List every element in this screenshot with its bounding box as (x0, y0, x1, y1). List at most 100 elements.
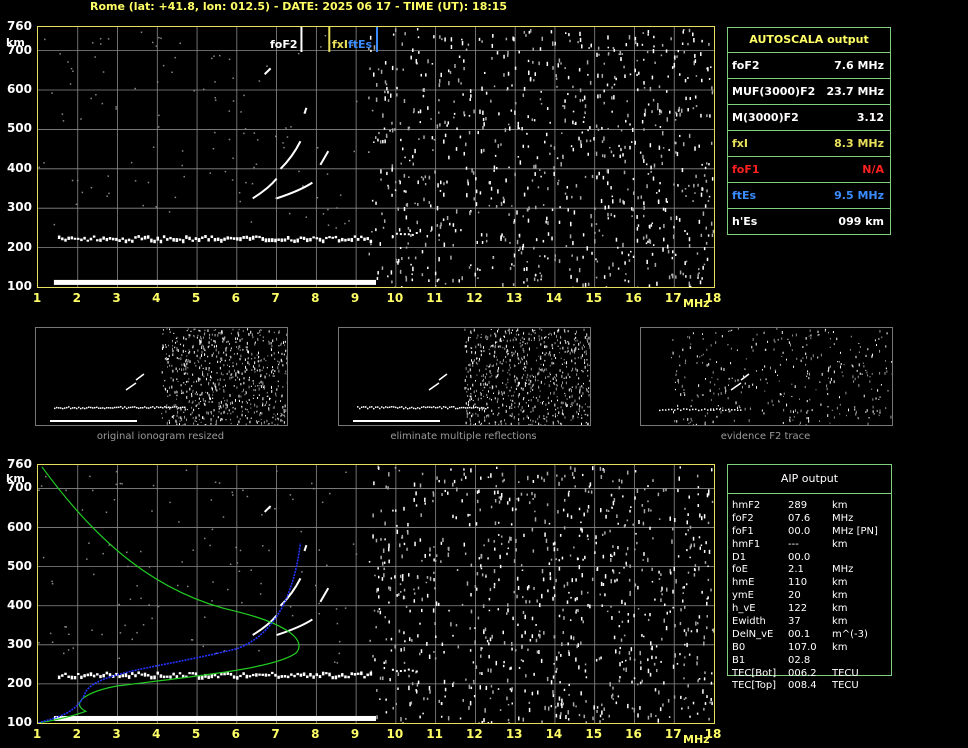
ftEs-marker-label: ftEs (348, 38, 373, 51)
aip-row: B0 107.0 km (732, 642, 932, 655)
x-tick-label: 8 (311, 727, 320, 741)
aip-key: foF1 (732, 525, 754, 537)
autoscala-key: M(3000)F2 (732, 111, 799, 124)
aip-key: DelN_vE (732, 628, 774, 640)
aip-row: foE 2.1 MHz (732, 564, 932, 577)
x-tick-label: 14 (545, 727, 563, 741)
aip-value: 07.6 (788, 512, 811, 524)
echo-traces (53, 505, 418, 721)
autoscala-key: h'Es (732, 215, 758, 228)
aip-key: B1 (732, 654, 746, 666)
thumbnail-caption: eliminate multiple reflections (390, 431, 537, 442)
aip-row: Ewidth 37 km (732, 616, 932, 629)
x-tick-label: 17 (664, 727, 682, 741)
autoscala-value: 7.6 MHz (834, 59, 884, 72)
y-tick-label: 600 (6, 82, 32, 97)
autoscala-key: MUF(3000)F2 (732, 85, 816, 98)
aip-value: 00.1 (788, 628, 811, 640)
x-tick-label: 13 (505, 291, 523, 305)
x-tick-label: 10 (386, 291, 404, 305)
aip-row: TEC[Bot] 006.2 TECU (732, 668, 932, 681)
noise-dots (38, 28, 714, 287)
noise-dots (38, 465, 714, 723)
autoscala-value: 9.5 MHz (834, 189, 884, 202)
top-x-unit: MHz (683, 297, 710, 310)
aip-unit: km (832, 590, 848, 602)
y-tick-label: 400 (6, 597, 32, 612)
autoscala-row: M(3000)F2 3.12 (728, 105, 890, 131)
x-tick-label: 8 (311, 291, 320, 305)
autoscala-output-table: AUTOSCALA output foF2 7.6 MHz MUF(3000)F2 2… (727, 27, 891, 235)
autoscala-key: fxI (732, 137, 748, 150)
aip-key: Ewidth (732, 616, 766, 628)
x-tick-label: 14 (545, 291, 563, 305)
aip-unit: TECU (832, 680, 859, 692)
aip-value: 20 (788, 590, 801, 602)
autoscala-row: MUF(3000)F2 23.7 MHz (728, 79, 890, 105)
y-tick-label: 500 (6, 121, 32, 136)
thumbnail-evidence-f2 (640, 327, 893, 426)
main-ionogram-canvas (38, 27, 714, 287)
autoscala-key: foF2 (732, 59, 760, 72)
autoscala-key: ftEs (732, 189, 757, 202)
thumbnail-caption: original ionogram resized (96, 431, 225, 442)
aip-key: foF2 (732, 512, 754, 524)
aip-key: D1 (732, 551, 747, 563)
x-tick-label: 5 (191, 727, 201, 741)
ionogram-header: Rome (lat: +41.8, lon: 012.5) - DATE: 20… (90, 0, 508, 13)
autoscala-row: foF1 N/A (728, 157, 890, 183)
x-tick-label: 4 (152, 727, 161, 741)
y-tick-label: 760 (6, 19, 32, 33)
x-tick-label: 2 (72, 291, 81, 305)
x-tick-label: 9 (350, 727, 360, 741)
x-tick-label: 6 (231, 727, 240, 741)
aip-key: hmE (732, 577, 755, 589)
aip-unit: km (832, 603, 848, 615)
x-tick-label: 17 (664, 291, 682, 305)
aip-title: AIP output (728, 465, 891, 494)
x-tick-label: 2 (72, 727, 81, 741)
fxI-marker-label: fxI (332, 38, 348, 51)
x-tick-label: 1 (32, 727, 42, 741)
x-tick-label: 7 (271, 727, 280, 741)
aip-unit: km (832, 500, 848, 511)
aip-row: TEC[Top] 008.4 TECU (732, 680, 932, 693)
aip-value: 37 (788, 616, 801, 628)
bottom-y-unit: km (6, 472, 25, 485)
aip-key: foE (732, 564, 748, 576)
y-tick-label: 200 (6, 239, 32, 254)
autoscala-row: fxI 8.3 MHz (728, 131, 890, 157)
autoscala-row: h'Es 099 km (728, 209, 890, 234)
aip-value: 107.0 (788, 641, 817, 653)
thumbnail-original (35, 327, 288, 426)
aip-row: ymE 20 km (732, 590, 932, 603)
x-tick-label: 6 (231, 291, 240, 305)
aip-row: DelN_vE 00.1 m^(-3) (732, 629, 932, 642)
main-ionogram-plot (37, 26, 715, 288)
x-tick-label: 3 (112, 291, 121, 305)
aip-value: 289 (788, 500, 808, 511)
autoscala-key: foF1 (732, 163, 760, 176)
thumbnail-caption: evidence F2 trace (720, 431, 811, 442)
aip-value: --- (788, 538, 799, 550)
foF2-marker-label: foF2 (270, 38, 298, 51)
aip-value: 008.4 (788, 680, 817, 692)
y-tick-label: 300 (6, 636, 32, 651)
autoscala-value: 3.12 (856, 111, 884, 124)
aip-value: 00.0 (788, 525, 811, 537)
grid (38, 27, 714, 287)
aip-key: TEC[Bot] (732, 667, 777, 679)
aip-row: h_vE 122 km (732, 603, 932, 616)
x-tick-label: 9 (350, 291, 360, 305)
y-tick-label: 600 (6, 519, 32, 534)
aip-unit: MHz (832, 512, 854, 524)
autoscala-value: N/A (862, 163, 884, 176)
aip-value: 110 (788, 577, 808, 589)
aip-value: 00.0 (788, 551, 811, 563)
autoscala-value: 23.7 MHz (826, 85, 884, 98)
thumbnail-eliminate-multiple (338, 327, 591, 426)
aip-output-rows: hmF2 289 km foF2 07.6 MHz foF1 00.0 MHz [PN] hmF1… (732, 500, 932, 693)
aip-row: hmE 110 km (732, 577, 932, 590)
x-tick-label: 1 (32, 291, 42, 305)
aip-row: hmF1 --- km (732, 539, 932, 552)
